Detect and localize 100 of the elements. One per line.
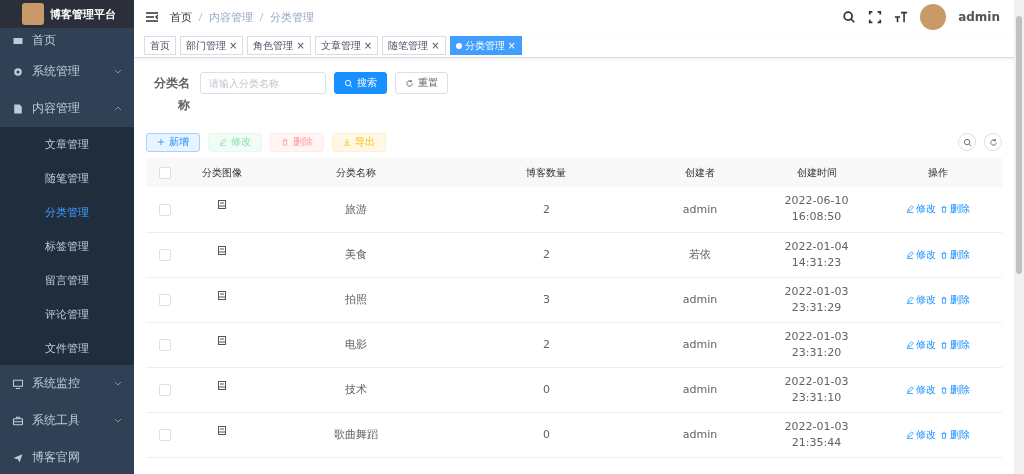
edit-link[interactable]: 修改: [906, 247, 937, 262]
user-avatar[interactable]: [920, 4, 947, 30]
tab[interactable]: 角色管理 ×: [247, 36, 311, 55]
active-dot-icon: [455, 42, 462, 49]
submenu-item[interactable]: 评论管理: [0, 297, 134, 331]
tab[interactable]: 文章管理 ×: [314, 36, 379, 55]
table-cell: 2: [542, 338, 550, 351]
pencil-icon: [906, 430, 915, 439]
refresh-icon: [988, 137, 998, 147]
table-cell: 若依: [689, 248, 712, 261]
submenu-item[interactable]: 文章管理: [0, 127, 134, 161]
table-cell: 3: [542, 293, 550, 306]
submenu-item[interactable]: 标签管理: [0, 229, 134, 263]
edit-link[interactable]: 修改: [906, 292, 937, 307]
table-cell: 0: [542, 428, 550, 441]
trash-icon: [281, 138, 289, 146]
column-header: 创建时间: [796, 166, 837, 178]
edit-link[interactable]: 修改: [906, 382, 937, 397]
table-cell: 歌曲舞蹈: [333, 428, 378, 441]
row-checkbox[interactable]: [159, 339, 172, 351]
submenu-item[interactable]: 留言管理: [0, 263, 134, 297]
submenu-item[interactable]: 随笔管理: [0, 161, 134, 195]
table-cell-text: 2022-01-04 14:31:23: [783, 238, 850, 271]
tab-close-button[interactable]: ×: [296, 40, 305, 51]
reset-button[interactable]: 重置: [395, 72, 448, 94]
trash-icon: [940, 250, 949, 259]
edit-link[interactable]: 修改: [906, 202, 937, 217]
font-size-icon[interactable]: [894, 10, 909, 24]
menu-item[interactable]: 系统管理: [0, 53, 134, 90]
app-title: 博客管理平台: [50, 6, 116, 22]
table-cell: 2: [542, 248, 550, 261]
search-icon: [962, 137, 972, 147]
table-cell: 电影: [344, 338, 367, 351]
delete-link[interactable]: 删除: [940, 382, 971, 397]
broken-image-icon: [218, 200, 227, 209]
edit-link[interactable]: 修改: [906, 337, 937, 352]
row-checkbox[interactable]: [159, 203, 172, 216]
column-header: 博客数量: [526, 166, 567, 178]
delete-link[interactable]: 删除: [940, 337, 971, 352]
row-checkbox[interactable]: [159, 384, 172, 396]
scrollbar[interactable]: [1014, 0, 1024, 474]
table-cell: admin: [682, 293, 718, 306]
tab[interactable]: 部门管理 ×: [180, 36, 244, 55]
menu-item[interactable]: 内容管理: [0, 90, 134, 127]
field-label: 分类名称: [154, 75, 190, 114]
download-icon: [343, 138, 351, 146]
delete-link[interactable]: 删除: [940, 292, 971, 307]
column-header: 创建者: [685, 166, 716, 178]
delete-link[interactable]: 删除: [940, 427, 971, 442]
document-icon: [12, 102, 24, 115]
pencil-icon: [906, 385, 915, 394]
breadcrumb-item: 分类管理: [270, 9, 314, 25]
table-cell-text: 2022-06-10 16:08:50: [783, 193, 850, 226]
search-icon[interactable]: [842, 10, 857, 24]
breadcrumb-item[interactable]: 首页: [170, 9, 192, 25]
menu-item[interactable]: 首页: [0, 28, 134, 53]
fullscreen-icon[interactable]: [868, 10, 883, 24]
breadcrumb-separator: [259, 12, 264, 22]
tab[interactable]: 首页: [144, 36, 176, 55]
row-checkbox[interactable]: [159, 249, 172, 261]
menu-item[interactable]: 系统工具: [0, 402, 134, 439]
menu-item[interactable]: 系统监控: [0, 365, 134, 402]
logo-avatar: [22, 3, 44, 25]
submenu-item[interactable]: 文件管理: [0, 331, 134, 365]
tab[interactable]: 随笔管理 ×: [382, 36, 446, 55]
edit-link[interactable]: 修改: [906, 427, 937, 442]
tab-close-button[interactable]: ×: [363, 40, 373, 51]
tab-close-button[interactable]: ×: [431, 40, 440, 51]
user-name[interactable]: admin: [958, 10, 1000, 24]
broken-image-icon: [218, 425, 227, 435]
table-cell: 2: [542, 202, 550, 216]
table-cell-text: 2022-01-03 23:31:10: [783, 373, 850, 406]
table-cell: admin: [682, 383, 718, 396]
trash-icon: [940, 205, 949, 214]
gear-icon: [12, 65, 24, 78]
table-cell: admin: [682, 428, 718, 441]
delete-link[interactable]: 删除: [940, 202, 971, 217]
table-cell-text: 2022-01-03 23:31:20: [783, 328, 850, 361]
row-checkbox[interactable]: [159, 429, 172, 441]
plus-icon: [157, 138, 165, 146]
table-cell-text: 2022-01-03 21:35:44: [783, 418, 850, 451]
column-header: 分类图像: [202, 166, 243, 178]
menu-item[interactable]: 博客官网: [0, 439, 134, 474]
trash-icon: [940, 385, 949, 394]
menu-icon[interactable]: [146, 12, 158, 22]
row-checkbox[interactable]: [159, 294, 172, 306]
trash-icon: [940, 430, 949, 439]
refresh-button[interactable]: [984, 133, 1002, 151]
pencil-icon: [906, 295, 915, 304]
table-cell: 美食: [344, 248, 367, 261]
broken-image-icon: [218, 335, 227, 345]
tab-close-button[interactable]: ×: [229, 40, 238, 51]
column-header: 操作: [928, 166, 949, 178]
broken-image-icon: [218, 290, 227, 300]
search-toggle-button[interactable]: [958, 133, 976, 151]
trash-icon: [940, 295, 949, 304]
table-cell: 技术: [344, 383, 367, 396]
delete-link[interactable]: 删除: [940, 247, 971, 262]
submenu-item[interactable]: 分类管理: [0, 195, 134, 229]
select-all-checkbox[interactable]: [159, 166, 172, 179]
